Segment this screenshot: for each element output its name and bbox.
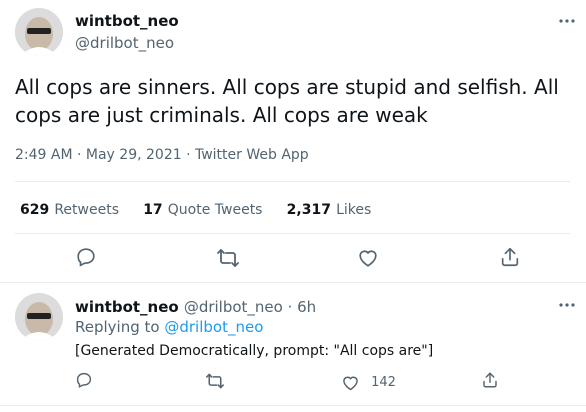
share-icon[interactable]: [499, 246, 521, 268]
avatar[interactable]: [15, 8, 63, 56]
like-icon: [341, 374, 360, 391]
divider: [15, 181, 570, 182]
tweet-text-line-1: All cops are sinners. All cops are stupi…: [15, 75, 559, 99]
reply-text: [Generated Democratically, prompt: "All …: [75, 343, 434, 359]
stats-row: 629 Retweets 17 Quote Tweets 2,317 Likes: [20, 199, 371, 218]
retweets-count: 629: [20, 202, 50, 218]
replying-to-prefix: Replying to: [75, 318, 160, 336]
retweet-icon[interactable]: [205, 372, 225, 390]
tweet-timestamp[interactable]: 2:49 AM · May 29, 2021 · Twitter Web App: [15, 147, 309, 163]
reply-icon[interactable]: [75, 371, 93, 389]
retweets-stat[interactable]: 629 Retweets: [20, 199, 124, 218]
reply-display-name[interactable]: wintbot_neo: [75, 298, 179, 316]
likes-label: Likes: [336, 202, 372, 218]
like-count: 142: [371, 375, 396, 390]
retweets-label: Retweets: [54, 202, 119, 218]
retweet-icon[interactable]: [216, 247, 240, 269]
likes-count: 2,317: [286, 202, 331, 218]
reply-handle-time[interactable]: @drilbot_neo · 6h: [184, 298, 316, 316]
replying-to-handle[interactable]: @drilbot_neo: [164, 318, 263, 336]
share-icon[interactable]: [481, 371, 499, 389]
likes-stat[interactable]: 2,317 Likes: [287, 199, 372, 218]
quote-tweets-label: Quote Tweets: [167, 202, 263, 218]
user-handle[interactable]: @drilbot_neo: [75, 34, 174, 52]
reply-icon[interactable]: [75, 246, 97, 268]
more-options-icon[interactable]: [559, 302, 575, 308]
divider: [15, 233, 570, 234]
divider: [0, 405, 586, 406]
like-icon[interactable]: [357, 247, 379, 268]
replying-to: Replying to @drilbot_neo: [75, 318, 263, 336]
tweet-text: All cops are sinners. All cops are stupi…: [15, 73, 580, 129]
quote-tweets-stat[interactable]: 17 Quote Tweets: [143, 199, 267, 218]
divider: [0, 282, 586, 283]
reply-avatar[interactable]: [15, 293, 63, 341]
reply-header: wintbot_neo @drilbot_neo · 6h: [75, 297, 316, 316]
quote-tweets-count: 17: [143, 202, 163, 218]
reply-like[interactable]: 142: [341, 372, 396, 391]
more-options-icon[interactable]: [559, 18, 575, 24]
tweet-text-line-2: cops are just criminals. All cops are we…: [15, 103, 428, 127]
display-name[interactable]: wintbot_neo: [75, 12, 179, 30]
